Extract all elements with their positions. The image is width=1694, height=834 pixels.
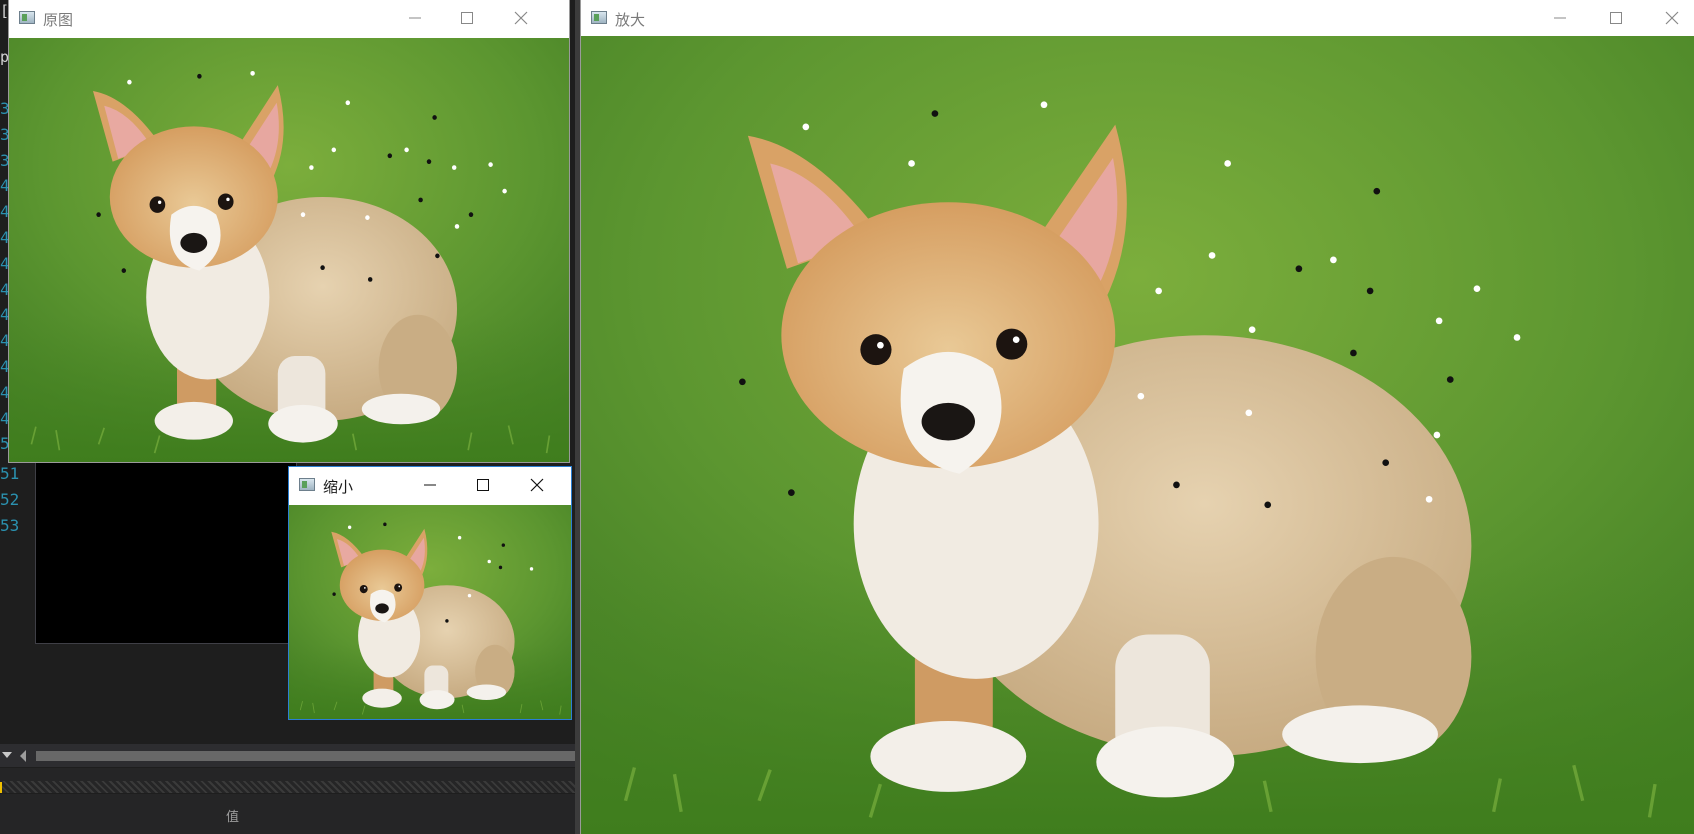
scroll-left-icon[interactable]: [20, 750, 26, 762]
close-button[interactable]: [509, 467, 565, 503]
window-app-icon: [591, 11, 607, 24]
ide-edge-glyph-p: p: [0, 48, 10, 66]
title-bar[interactable]: 放大: [581, 0, 1694, 36]
line-number: 53: [0, 515, 20, 535]
image-canvas: [9, 38, 569, 462]
panel-header: [0, 768, 580, 781]
minimize-icon: [409, 17, 421, 19]
minimize-button[interactable]: [387, 0, 443, 36]
corgi-photo: [9, 38, 569, 462]
shrunk-image-window[interactable]: 缩小: [289, 467, 571, 719]
dropdown-arrow-icon[interactable]: [2, 752, 12, 758]
line-number: 52: [0, 489, 20, 509]
maximize-button[interactable]: [1588, 0, 1644, 36]
maximize-icon: [477, 479, 489, 491]
line-number: 51: [0, 464, 20, 483]
maximize-icon: [1610, 12, 1622, 24]
minimize-icon: [1554, 17, 1566, 19]
minimize-button[interactable]: [1532, 0, 1588, 36]
window-title: 放大: [615, 11, 646, 29]
value-column-header: 值: [226, 810, 240, 825]
ide-edge-glyph: [: [0, 2, 10, 20]
maximize-button[interactable]: [455, 467, 511, 503]
text-cursor: [0, 782, 2, 793]
corgi-photo-enlarged: [581, 36, 1694, 834]
window-title: 缩小: [323, 478, 354, 496]
close-icon: [514, 11, 528, 25]
maximize-button[interactable]: [439, 0, 495, 36]
watch-panel: 值: [0, 794, 580, 834]
corgi-photo-small: [289, 505, 571, 719]
image-canvas: [289, 505, 571, 719]
original-image-window[interactable]: 原图: [9, 0, 569, 462]
close-button[interactable]: [493, 0, 549, 36]
minimize-icon: [424, 484, 436, 486]
maximize-icon: [461, 12, 473, 24]
horizontal-scrollbar[interactable]: [0, 744, 580, 767]
close-icon: [1665, 11, 1679, 25]
pane-splitter[interactable]: [575, 0, 580, 834]
scrollbar-thumb[interactable]: [36, 751, 580, 761]
line-number-gutter-lower: 51 52 53: [0, 461, 20, 538]
minimize-button[interactable]: [402, 467, 458, 503]
window-title: 原图: [43, 11, 74, 29]
close-icon: [530, 478, 544, 492]
console-output-pane: [35, 462, 297, 644]
close-button[interactable]: [1644, 0, 1694, 36]
window-app-icon: [19, 11, 35, 24]
enlarged-image-window[interactable]: 放大: [581, 0, 1694, 834]
window-app-icon: [299, 478, 315, 491]
image-canvas: [581, 36, 1694, 834]
panel-divider: [0, 781, 580, 793]
title-bar[interactable]: 原图: [9, 0, 569, 36]
title-bar[interactable]: 缩小: [289, 467, 571, 505]
